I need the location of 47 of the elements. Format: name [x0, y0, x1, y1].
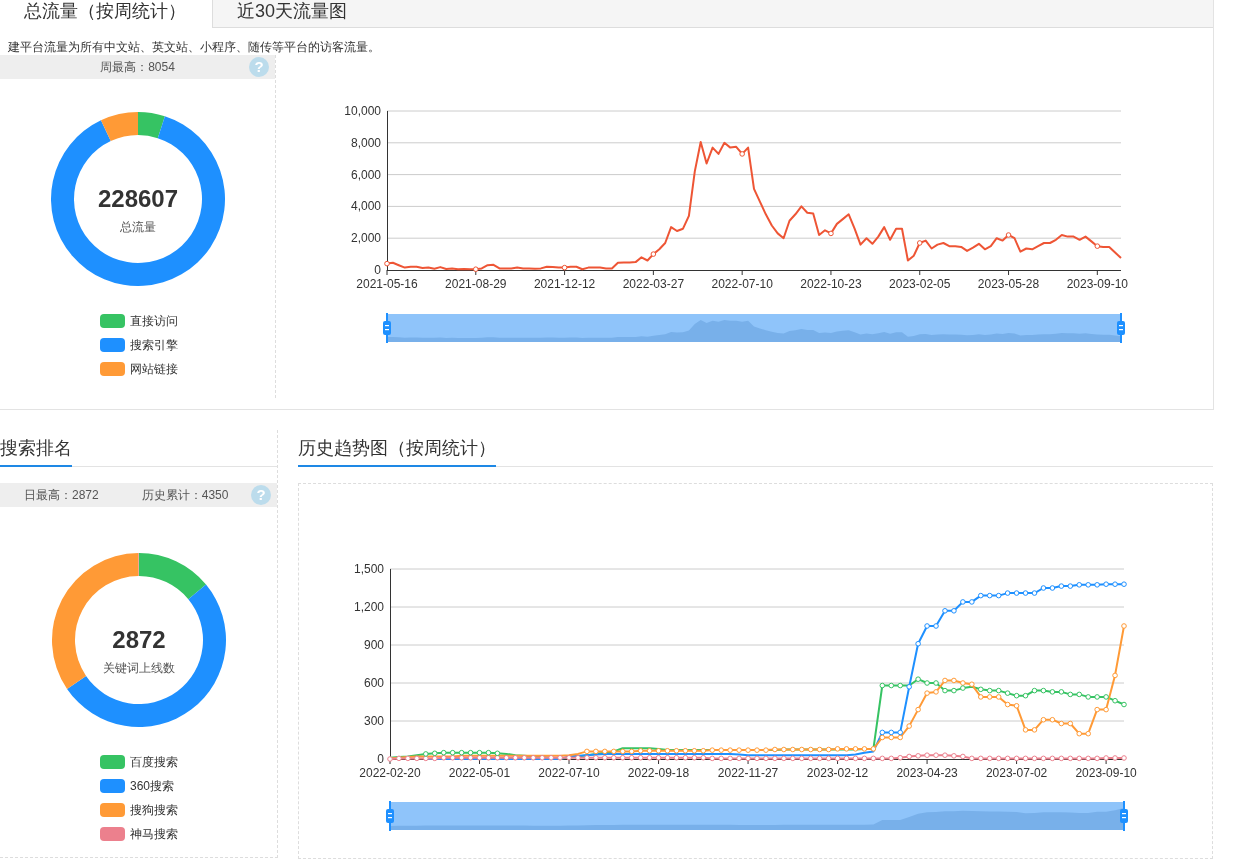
legend-label: 百度搜索: [130, 753, 178, 771]
axis-label: 900: [363, 638, 384, 652]
axis-label: 4,000: [350, 199, 381, 214]
axis-label: 2022-09-18: [627, 766, 690, 780]
axis-label: 8,000: [350, 135, 381, 150]
axis-label: 600: [363, 676, 384, 690]
axis-label: 2,000: [350, 231, 381, 246]
axis-label: 2023-05-28: [977, 277, 1040, 291]
axis-label: 0: [374, 263, 381, 277]
axis-label: 300: [363, 714, 384, 728]
axis-label: 2022-07-10: [538, 766, 600, 780]
axis-label: 2022-07-10: [711, 277, 773, 291]
legend-label: 网站链接: [130, 360, 178, 378]
axis-label: 1,500: [353, 562, 384, 576]
legend-label: 直接访问: [130, 312, 178, 330]
axis-label: 2022-10-23: [800, 277, 862, 291]
axis-label: 2023-07-02: [985, 766, 1048, 780]
total-value: 2872: [111, 626, 166, 653]
legend-label: 360搜索: [130, 777, 175, 795]
stat-text: 周最高：8054: [100, 58, 175, 76]
total-value: 228607: [97, 185, 178, 212]
section-title: 历史趋势图（按周统计）: [298, 432, 496, 467]
stat-text: 日最高：2872: [24, 486, 99, 504]
axis-label: 6,000: [350, 167, 381, 182]
axis-label: 2023-02-05: [889, 277, 951, 291]
legend-label: 搜狗搜索: [130, 801, 178, 819]
description-text: 建平台流量为所有中文站、英文站、小程序、随传等平台的访客流量。: [7, 39, 381, 55]
axis-label: 2021-12-12: [533, 277, 596, 291]
axis-label: 2023-09-10: [1066, 277, 1128, 291]
axis-label: 2023-09-10: [1075, 766, 1137, 780]
total-label: 总流量: [119, 220, 156, 234]
legend-label: 神马搜索: [130, 825, 178, 843]
axis-label: 2021-05-16: [356, 277, 418, 291]
axis-label: 2022-03-27: [622, 277, 685, 291]
legend-label: 搜索引擎: [130, 336, 178, 354]
axis-label: 2022-11-27: [717, 766, 779, 780]
axis-label: 2022-05-01: [448, 766, 511, 780]
axis-label: 2023-02-12: [806, 766, 869, 780]
section-title: 搜索排名: [0, 432, 72, 467]
axis-label: 2022-02-20: [359, 766, 421, 780]
axis-label: 2023-04-23: [896, 766, 958, 780]
axis-label: 2021-08-29: [445, 277, 507, 291]
axis-label: 0: [377, 752, 384, 766]
axis-label: 1,200: [353, 600, 384, 614]
stat-text: 历史累计：4350: [141, 486, 229, 504]
axis-label: 10,000: [344, 104, 381, 118]
total-label: 关键词上线数: [102, 661, 175, 675]
